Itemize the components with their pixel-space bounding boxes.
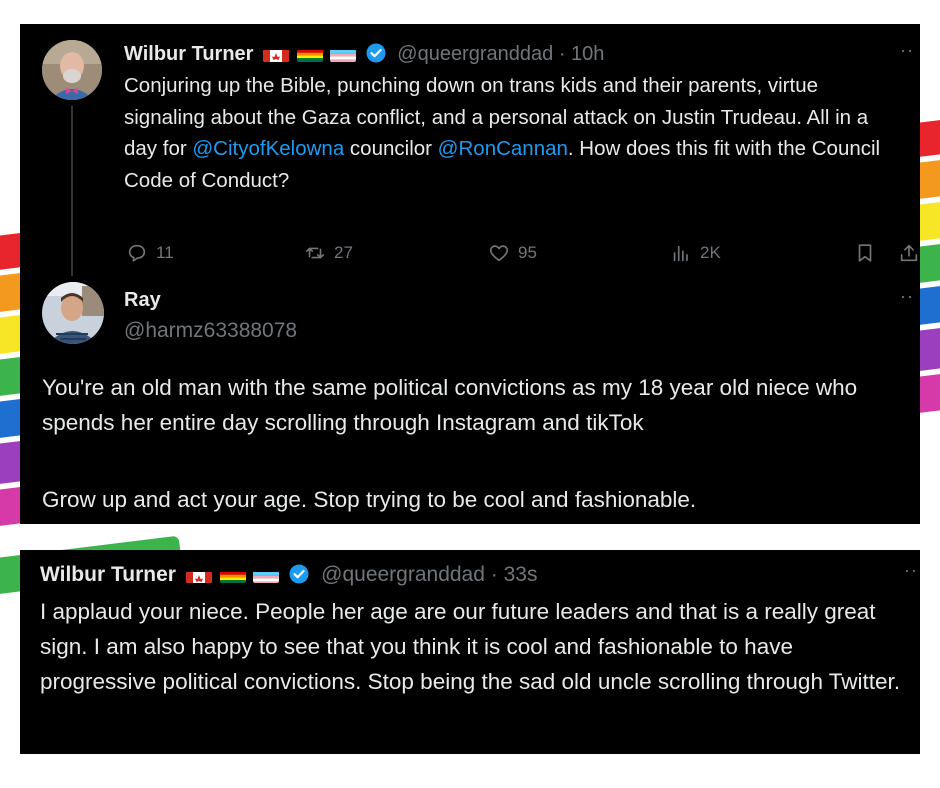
verified-icon <box>366 43 386 63</box>
trans-flag-icon <box>330 46 357 62</box>
mention-link-roncannan[interactable]: @RonCannan <box>438 137 568 160</box>
reply-icon <box>128 244 146 262</box>
reply-count: 11 <box>156 243 174 262</box>
reply-header: Ray @harmz63388078 <box>124 286 297 345</box>
tweet-text: I applaud your niece. People her age are… <box>40 599 901 694</box>
mention-link-cityofkelowna[interactable]: @CityofKelowna <box>192 137 344 160</box>
views-button[interactable]: 2K <box>670 242 721 264</box>
like-count: 95 <box>518 243 537 262</box>
author-name[interactable]: Ray <box>124 286 297 314</box>
canada-flag-icon <box>185 567 212 583</box>
tweet-header: Wilbur Turner @queergranddad · 10h <box>124 40 604 68</box>
avatar[interactable] <box>42 282 104 344</box>
author-name[interactable]: Wilbur Turner <box>124 43 253 65</box>
response-panel: Wilbur Turner @queergranddad · 33s ·· I … <box>20 550 920 754</box>
bookmark-button[interactable] <box>854 242 876 264</box>
more-options-icon[interactable]: ·· <box>900 286 914 307</box>
avatar[interactable] <box>42 40 102 100</box>
tweet-text: Conjuring up the Bible, punching down on… <box>124 70 904 196</box>
tweet-timestamp[interactable]: · 33s <box>491 563 538 586</box>
more-options-icon[interactable]: ·· <box>900 40 914 61</box>
views-icon <box>673 245 688 262</box>
verified-icon <box>289 563 309 584</box>
reply-text-paragraph: Grow up and act your age. Stop trying to… <box>42 487 697 512</box>
rainbow-flag-icon <box>296 46 323 62</box>
tweet-timestamp[interactable]: · 10h <box>559 43 605 65</box>
reply-text-paragraph: You're an old man with the same politica… <box>42 375 858 435</box>
author-name[interactable]: Wilbur Turner <box>40 563 176 586</box>
views-count: 2K <box>700 243 721 262</box>
trans-flag-icon <box>253 567 280 583</box>
more-options-icon[interactable]: ·· <box>904 560 918 581</box>
author-handle[interactable]: @harmz63388078 <box>124 317 297 345</box>
like-icon <box>489 245 509 262</box>
retweet-count: 27 <box>334 243 353 262</box>
thread-line <box>71 106 73 276</box>
tweet-text-part: councilor <box>344 137 438 160</box>
author-handle[interactable]: @queergranddad <box>321 563 485 586</box>
like-button[interactable]: 95 <box>488 242 537 264</box>
share-icon <box>900 244 918 262</box>
share-button[interactable] <box>898 242 920 264</box>
rainbow-flag-icon <box>219 567 246 583</box>
author-handle[interactable]: @queergranddad <box>397 43 553 65</box>
reply-button[interactable]: 11 <box>126 242 174 264</box>
retweet-icon <box>305 247 325 259</box>
thread-panel: Wilbur Turner @queergranddad · 10h ·· Co… <box>20 24 920 524</box>
tweet-header: Wilbur Turner @queergranddad · 33s <box>40 560 537 590</box>
bookmark-icon <box>858 244 872 262</box>
retweet-button[interactable]: 27 <box>304 242 353 264</box>
canada-flag-icon <box>263 46 290 62</box>
